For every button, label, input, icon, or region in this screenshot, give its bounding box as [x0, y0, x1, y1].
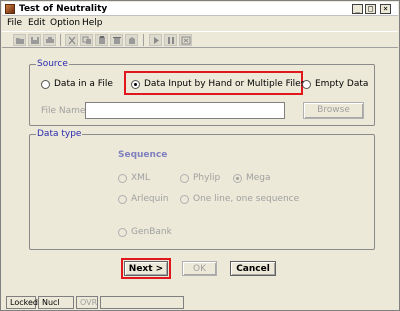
- file-name-label: File Name: [41, 106, 86, 116]
- menu-help[interactable]: Help: [82, 17, 103, 30]
- minimize-button[interactable]: _: [352, 4, 363, 14]
- delete-icon[interactable]: [110, 34, 123, 46]
- status-bar: Locked Nucl OVR: [2, 295, 398, 310]
- radio-empty-data[interactable]: Empty Data: [302, 78, 372, 90]
- paste-icon[interactable]: [95, 34, 108, 46]
- radio-format-mega[interactable]: Mega: [233, 172, 283, 184]
- radio-dot[interactable]: [118, 228, 127, 237]
- radio-format-arlequin[interactable]: Arlequin: [118, 193, 178, 205]
- sequence-heading: Sequence: [118, 150, 168, 160]
- radio-dot[interactable]: [118, 174, 127, 183]
- main-window: Test of Neutrality _ □ × File Edit Optio…: [0, 0, 400, 311]
- radio-format-genbank[interactable]: GenBank: [118, 226, 178, 238]
- radio-dot[interactable]: [180, 174, 189, 183]
- window-title: Test of Neutrality: [19, 4, 108, 14]
- cancel-button[interactable]: Cancel: [230, 261, 276, 276]
- radio-label: Phylip: [193, 173, 221, 183]
- status-message: [100, 296, 184, 309]
- play-icon[interactable]: [149, 34, 162, 46]
- radio-label: Data in a File: [54, 79, 113, 89]
- menu-bar: File Edit Option Help: [2, 17, 398, 30]
- radio-format-phylip[interactable]: Phylip: [180, 172, 230, 184]
- data-type-group-label: Data type: [36, 128, 83, 140]
- menu-option[interactable]: Option: [50, 17, 80, 30]
- radio-dot[interactable]: [118, 195, 127, 204]
- radio-label: GenBank: [131, 227, 172, 237]
- menu-file[interactable]: File: [7, 17, 22, 30]
- source-group: Source Data in a File Data Input by Hand…: [29, 58, 375, 126]
- radio-dot[interactable]: [233, 174, 242, 183]
- radio-label: Data Input by Hand or Multiple Files: [144, 79, 306, 89]
- radio-label: Empty Data: [315, 79, 369, 89]
- radio-dot[interactable]: [180, 195, 189, 204]
- radio-data-input-by-hand[interactable]: Data Input by Hand or Multiple Files: [131, 78, 305, 90]
- radio-label: One line, one sequence: [193, 194, 300, 204]
- status-ovr: OVR: [76, 296, 98, 309]
- print-icon[interactable]: [43, 34, 56, 46]
- radio-label: XML: [131, 173, 150, 183]
- close-button[interactable]: ×: [380, 4, 391, 14]
- radio-format-xml[interactable]: XML: [118, 172, 168, 184]
- radio-dot[interactable]: [302, 80, 311, 89]
- copy-icon[interactable]: [80, 34, 93, 46]
- radio-format-one-line[interactable]: One line, one sequence: [180, 193, 310, 205]
- status-locked: Locked: [6, 296, 38, 309]
- radio-label: Mega: [246, 173, 271, 183]
- open-icon[interactable]: [13, 34, 26, 46]
- title-bar[interactable]: Test of Neutrality _ □ ×: [2, 2, 398, 16]
- browse-button[interactable]: Browse: [303, 102, 364, 119]
- status-nucl: Nucl: [38, 296, 74, 309]
- save-icon[interactable]: [28, 34, 41, 46]
- radio-label: Arlequin: [131, 194, 169, 204]
- radio-dot[interactable]: [41, 80, 50, 89]
- toolbar-separator: [60, 34, 61, 46]
- next-button[interactable]: Next >: [124, 261, 168, 276]
- cut-icon[interactable]: [65, 34, 78, 46]
- source-group-label: Source: [36, 58, 69, 70]
- data-type-group: Data type Sequence XML Phylip Mega Arleq…: [29, 128, 375, 250]
- radio-data-in-file[interactable]: Data in a File: [41, 78, 121, 90]
- stop-icon[interactable]: [179, 34, 192, 46]
- pause-icon[interactable]: [164, 34, 177, 46]
- radio-dot[interactable]: [131, 80, 140, 89]
- menu-edit[interactable]: Edit: [28, 17, 45, 30]
- toolbar-separator: [143, 34, 144, 46]
- export-icon[interactable]: [125, 34, 138, 46]
- ok-button[interactable]: OK: [182, 261, 217, 276]
- toolbar: [2, 31, 398, 48]
- maximize-button[interactable]: □: [365, 4, 376, 14]
- app-icon: [5, 4, 15, 14]
- file-name-input[interactable]: [85, 102, 285, 119]
